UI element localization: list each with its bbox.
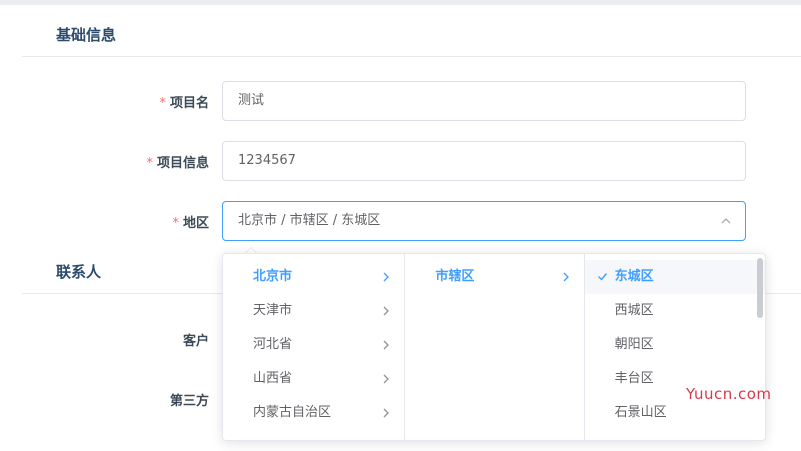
- required-mark: *: [159, 96, 166, 111]
- project-name-label: * 项目名: [159, 92, 209, 111]
- region-cascader-dropdown: 北京市 天津市 河北省 山西省 内蒙古自治区 市辖区 东城区 西城区 朝阳区 丰…: [222, 253, 766, 441]
- node-label: 石景山区: [614, 405, 667, 420]
- chevron-right-icon: [383, 306, 390, 316]
- required-mark: *: [146, 156, 153, 171]
- node-label: 北京市: [253, 269, 293, 284]
- project-name-input[interactable]: 测试: [222, 81, 746, 121]
- province-menu: 北京市 天津市 河北省 山西省 内蒙古自治区: [223, 254, 406, 440]
- cascader-node-city[interactable]: 市辖区: [405, 260, 583, 294]
- chevron-right-icon: [383, 408, 390, 418]
- district-menu: 东城区 西城区 朝阳区 丰台区 石景山区: [584, 254, 765, 440]
- cascader-node-district[interactable]: 朝阳区: [585, 328, 765, 362]
- node-label: 东城区: [614, 269, 654, 284]
- cascader-node-district[interactable]: 西城区: [585, 294, 765, 328]
- section-title-basic: 基础信息: [56, 26, 117, 44]
- project-info-value: 1234567: [238, 153, 296, 168]
- region-value: 北京市 / 市辖区 / 东城区: [238, 213, 381, 228]
- node-label: 市辖区: [435, 269, 475, 284]
- chevron-right-icon: [383, 374, 390, 384]
- node-label: 丰台区: [614, 371, 654, 386]
- cascader-node-province[interactable]: 内蒙古自治区: [223, 396, 404, 430]
- required-mark: *: [172, 216, 179, 231]
- cascader-node-province[interactable]: 北京市: [223, 260, 404, 294]
- cascader-node-province[interactable]: 山西省: [223, 362, 404, 396]
- section-divider: [22, 56, 801, 57]
- city-menu: 市辖区: [405, 254, 585, 440]
- region-label: * 地区: [172, 212, 209, 231]
- project-info-label: * 项目信息: [146, 152, 209, 171]
- project-name-label-text: 项目名: [169, 96, 209, 111]
- chevron-right-icon: [383, 272, 390, 282]
- node-label: 山西省: [253, 371, 293, 386]
- project-name-value: 测试: [238, 93, 265, 108]
- project-info-label-text: 项目信息: [156, 156, 209, 171]
- chevron-up-icon[interactable]: [719, 214, 733, 228]
- cascader-node-district[interactable]: 东城区: [584, 260, 765, 294]
- section-title-contact: 联系人: [56, 263, 102, 281]
- chevron-right-icon: [383, 340, 390, 350]
- region-label-text: 地区: [182, 216, 209, 231]
- chevron-right-icon: [563, 272, 569, 282]
- node-label: 朝阳区: [614, 337, 654, 352]
- watermark-text: Yuucn.com: [686, 385, 772, 403]
- cascader-node-province[interactable]: 天津市: [223, 294, 404, 328]
- check-icon: [597, 273, 607, 281]
- customer-label: 客户: [182, 334, 209, 349]
- third-party-label: 第三方: [169, 394, 209, 409]
- region-cascader-input[interactable]: 北京市 / 市辖区 / 东城区: [222, 201, 746, 241]
- node-label: 西城区: [614, 303, 654, 318]
- top-bar: [0, 0, 801, 5]
- node-label: 河北省: [253, 337, 293, 352]
- project-info-input[interactable]: 1234567: [222, 141, 746, 181]
- district-scrollbar[interactable]: [757, 258, 763, 318]
- node-label: 内蒙古自治区: [253, 405, 332, 420]
- cascader-node-province[interactable]: 河北省: [223, 328, 404, 362]
- node-label: 天津市: [253, 303, 293, 318]
